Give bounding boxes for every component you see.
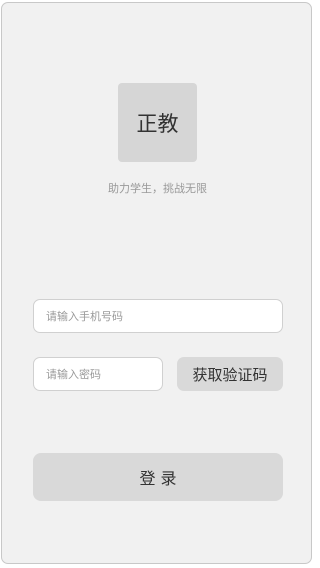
- get-verification-code-button[interactable]: 获取验证码: [177, 357, 283, 391]
- phone-number-input[interactable]: [33, 299, 283, 333]
- login-button[interactable]: 登 录: [33, 453, 283, 501]
- app-logo-text: 正教: [136, 111, 179, 136]
- app-logo: 正教: [118, 83, 197, 162]
- password-input[interactable]: [33, 357, 163, 391]
- app-slogan: 助力学生，挑战无限: [108, 182, 207, 195]
- login-screen: 正教 助力学生，挑战无限 获取验证码 登 录: [1, 2, 312, 564]
